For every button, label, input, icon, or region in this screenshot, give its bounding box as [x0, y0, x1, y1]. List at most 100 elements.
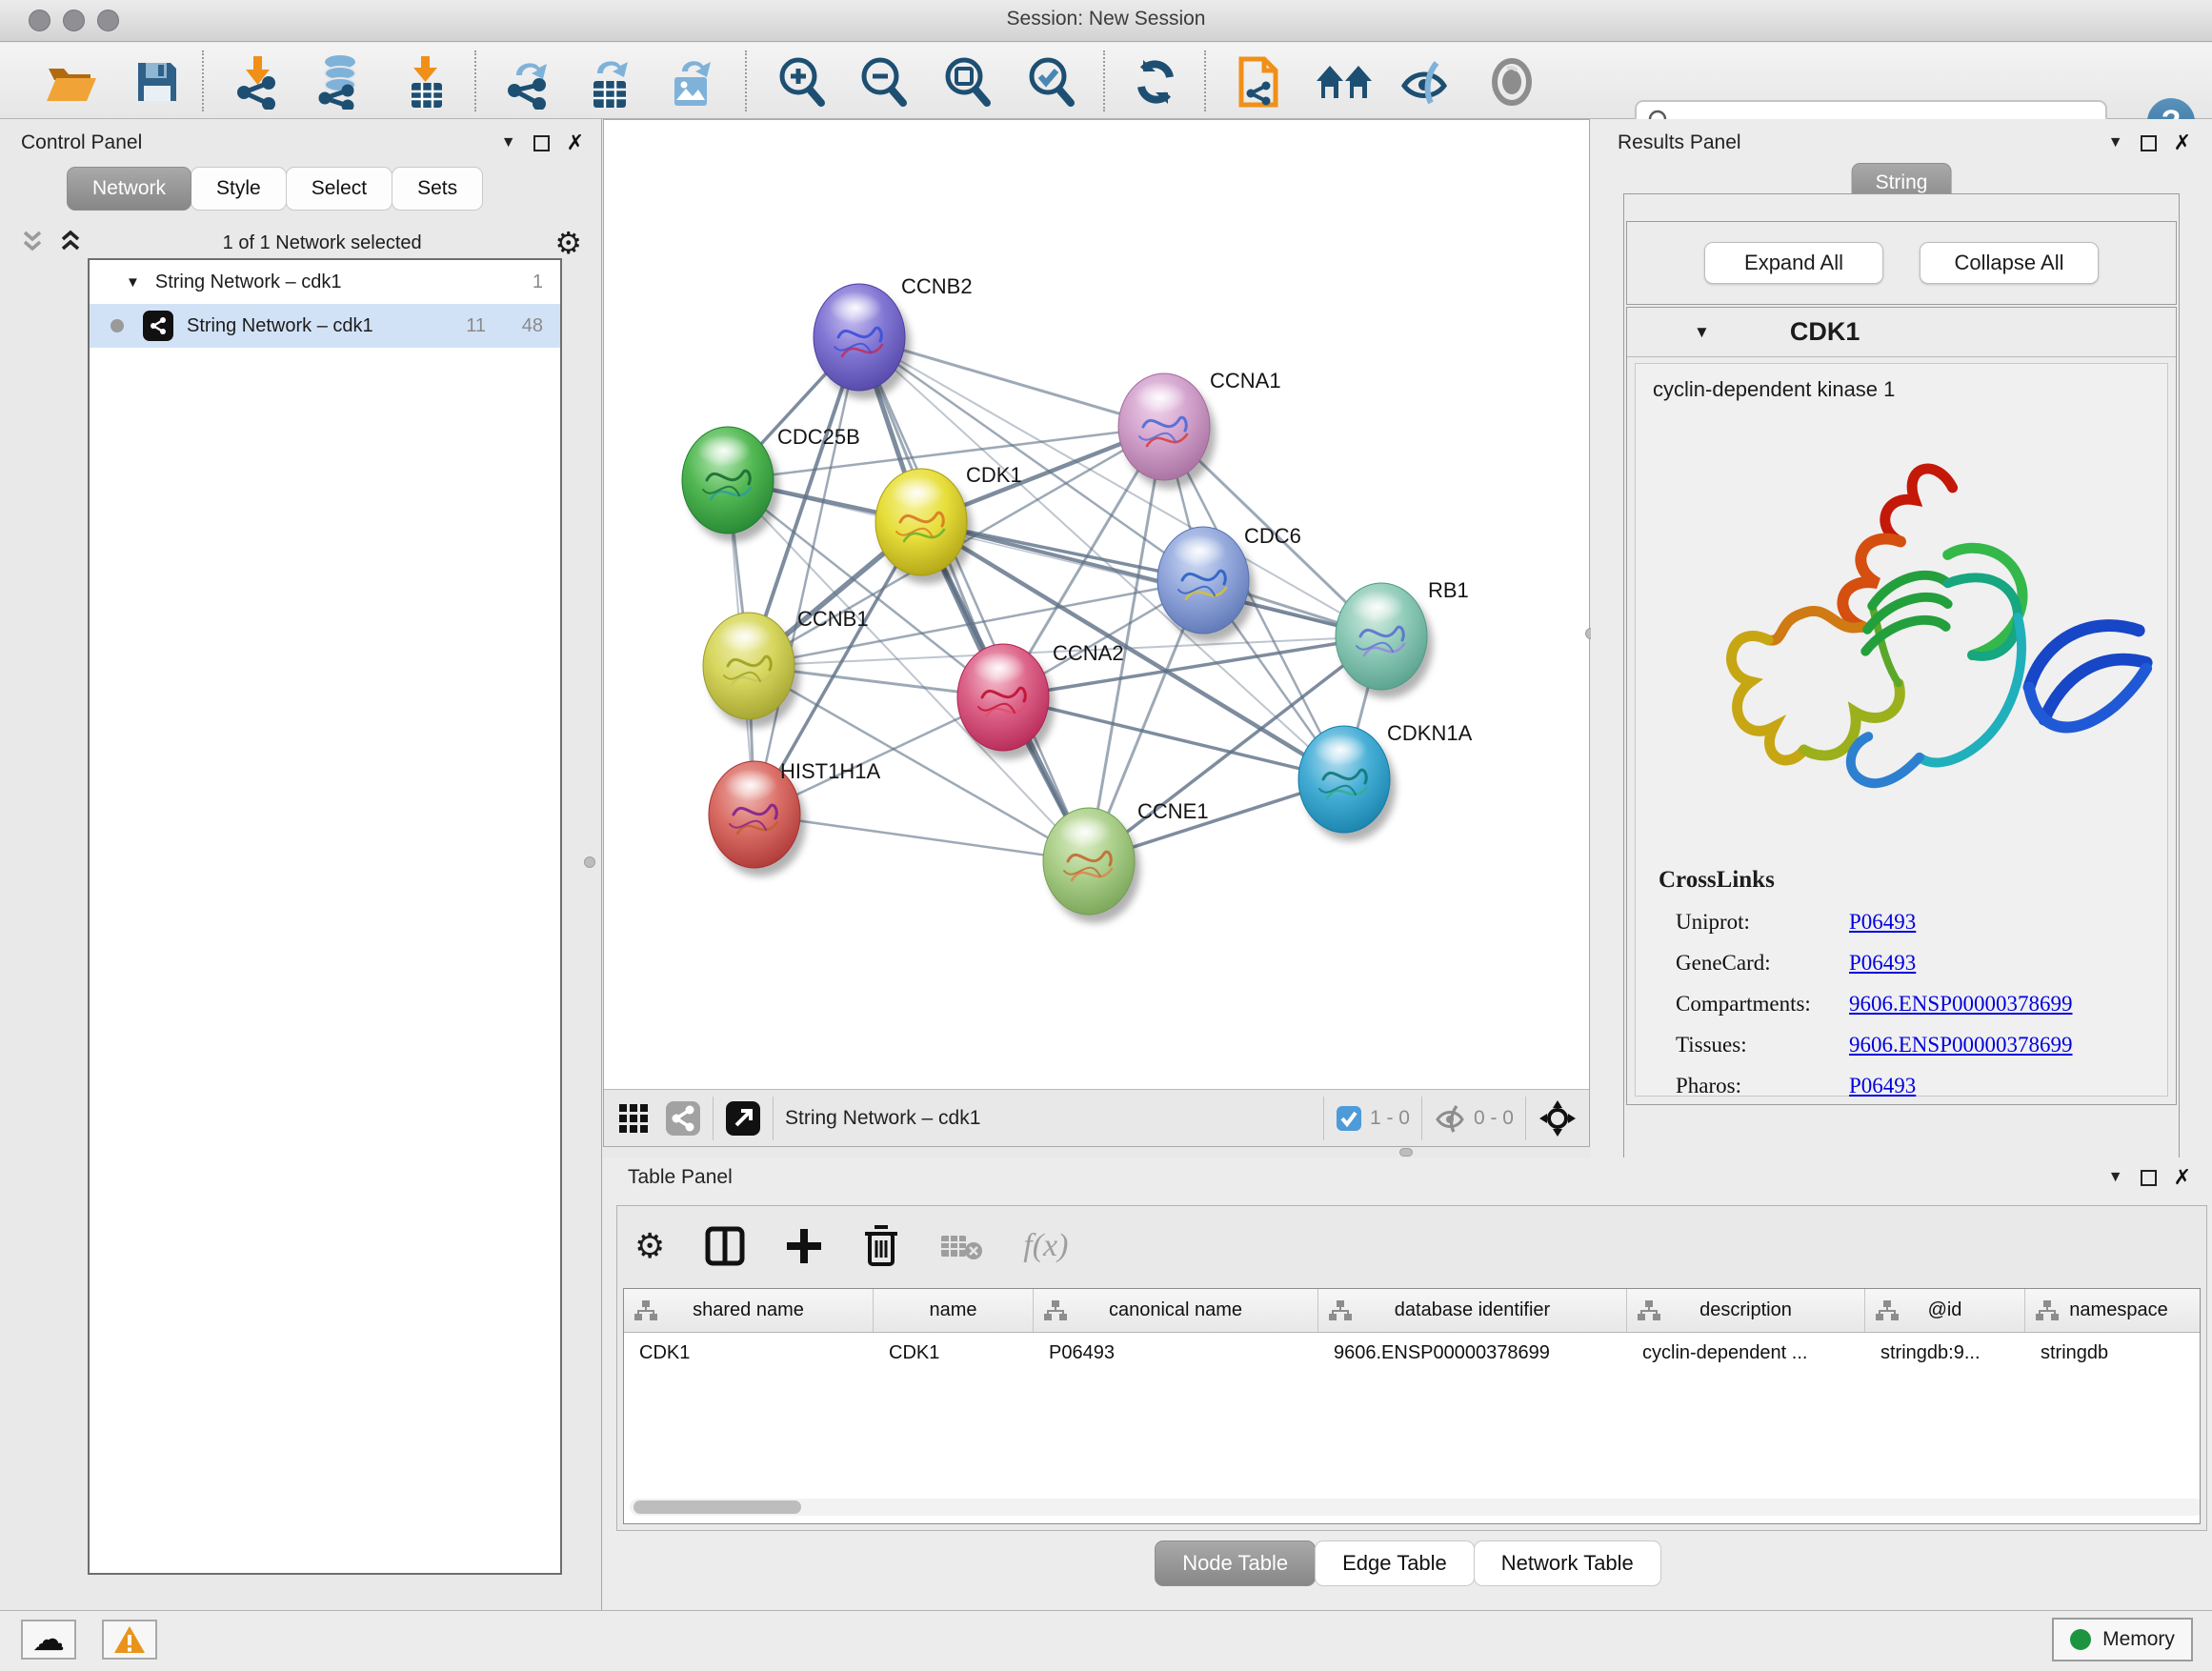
detach-view-icon[interactable]	[725, 1100, 761, 1137]
bottom-splitter-grip[interactable]	[1399, 1148, 1413, 1157]
birdseye-toggle-icon[interactable]	[1538, 1098, 1578, 1138]
table-cell[interactable]: 9606.ENSP00000378699	[1318, 1333, 1627, 1373]
scrollbar-thumb[interactable]	[633, 1500, 801, 1514]
control-panel-title: Control Panel	[21, 131, 142, 154]
results-panel-float-icon[interactable]	[2141, 135, 2157, 151]
import-table-file-button[interactable]	[396, 54, 455, 110]
export-image-button[interactable]	[663, 54, 722, 110]
column-header-database-identifier[interactable]: database identifier	[1318, 1289, 1627, 1332]
open-in-web-button[interactable]	[1231, 54, 1290, 110]
results-panel-menu-caret[interactable]: ▼	[2108, 134, 2123, 151]
control-panel-close-icon[interactable]: ✗	[567, 131, 584, 155]
control-panel-menu-caret[interactable]: ▼	[501, 134, 516, 151]
crosslink-label: Tissues:	[1659, 1033, 1849, 1057]
gene-collapse-caret[interactable]: ▼	[1694, 323, 1710, 342]
cloud-status-button[interactable]: ☁	[21, 1620, 76, 1660]
selected-nodes-checkbox-icon[interactable]	[1336, 1105, 1362, 1132]
export-network-button[interactable]	[499, 54, 558, 110]
zoom-in-button[interactable]	[772, 54, 831, 110]
hide-details-button[interactable]	[1397, 54, 1456, 110]
network-node-CCNE1[interactable]: CCNE1	[1043, 799, 1209, 923]
delete-column-icon[interactable]	[863, 1225, 899, 1267]
column-type-icon	[1875, 1299, 1900, 1322]
import-network-file-button[interactable]	[229, 54, 288, 110]
grid-mode-icon[interactable]	[617, 1102, 650, 1135]
column-header-shared-name[interactable]: shared name	[624, 1289, 874, 1332]
open-session-button[interactable]	[42, 54, 101, 110]
table-cell[interactable]: cyclin-dependent ...	[1627, 1333, 1865, 1373]
expand-all-button[interactable]: Expand All	[1704, 242, 1883, 284]
tab-style[interactable]: Style	[191, 167, 287, 211]
tab-network-table[interactable]: Network Table	[1474, 1540, 1661, 1586]
string-home-button[interactable]	[1315, 54, 1374, 110]
cloud-icon: ☁	[32, 1623, 65, 1656]
add-column-icon[interactable]	[785, 1227, 823, 1265]
column-header-canonical-name[interactable]: canonical name	[1034, 1289, 1318, 1332]
network-collection-row[interactable]: ▼ String Network – cdk1 1	[90, 260, 560, 304]
table-cell[interactable]: CDK1	[624, 1333, 874, 1373]
network-node-CDKN1A[interactable]: CDKN1A	[1298, 721, 1473, 841]
column-header-@id[interactable]: @id	[1865, 1289, 2025, 1332]
crosslink-link[interactable]: 9606.ENSP00000378699	[1849, 992, 2073, 1017]
collapse-all-button[interactable]: Collapse All	[1920, 242, 2099, 284]
table-cell[interactable]: CDK1	[874, 1333, 1034, 1373]
hidden-elements-icon[interactable]	[1434, 1104, 1466, 1133]
collection-collapse-caret[interactable]: ▼	[126, 274, 140, 291]
table-panel-float-icon[interactable]	[2141, 1170, 2157, 1186]
network-node-RB1[interactable]: RB1	[1336, 578, 1469, 698]
table-cell[interactable]: stringdb:9...	[1865, 1333, 2025, 1373]
network-edge[interactable]	[859, 337, 1089, 861]
show-details-button[interactable]	[1482, 54, 1541, 110]
protein-structure-image	[1636, 406, 2165, 815]
import-network-database-button[interactable]	[311, 54, 370, 110]
network-view-share-icon[interactable]	[665, 1100, 701, 1137]
network-canvas[interactable]: CCNB2CCNA1CDC25BCDK1CDC6RB1CCNB1CCNA2CDK…	[604, 120, 1589, 1087]
column-header-description[interactable]: description	[1627, 1289, 1865, 1332]
export-table-button[interactable]	[581, 54, 640, 110]
tab-sets[interactable]: Sets	[392, 167, 483, 211]
table-panel-close-icon[interactable]: ✗	[2174, 1165, 2191, 1190]
network-options-gear-icon[interactable]: ⚙	[554, 228, 582, 258]
tab-network[interactable]: Network	[67, 167, 191, 211]
crosslink-link[interactable]: P06493	[1849, 910, 1916, 935]
crosslink-link[interactable]: P06493	[1849, 1074, 1916, 1098]
network-node-CCNA1[interactable]: CCNA1	[1118, 369, 1281, 489]
save-session-button[interactable]	[128, 54, 187, 110]
collapse-all-icon[interactable]	[19, 229, 51, 257]
network-node-HIST1H1A[interactable]: HIST1H1A	[709, 759, 880, 876]
table-options-gear-icon[interactable]: ⚙	[634, 1229, 665, 1263]
network-node-CCNB2[interactable]: CCNB2	[814, 274, 973, 399]
table-row[interactable]: CDK1CDK1P064939606.ENSP00000378699cyclin…	[624, 1333, 2200, 1373]
network-node-CCNB1[interactable]: CCNB1	[703, 607, 869, 728]
warnings-button[interactable]	[102, 1620, 157, 1660]
table-cell[interactable]: stringdb	[2025, 1333, 2201, 1373]
zoom-selected-button[interactable]	[1021, 54, 1080, 110]
network-node-CDK1[interactable]: CDK1	[875, 463, 1022, 584]
crosslink-link[interactable]: P06493	[1849, 951, 1916, 976]
zoom-fit-button[interactable]	[937, 54, 996, 110]
tab-node-table[interactable]: Node Table	[1155, 1540, 1316, 1586]
table-cell[interactable]: P06493	[1034, 1333, 1318, 1373]
network-node-CDC6[interactable]: CDC6	[1157, 524, 1301, 642]
show-columns-icon[interactable]	[705, 1226, 745, 1266]
network-row-selected[interactable]: String Network – cdk1 11 48	[90, 304, 560, 348]
control-panel-float-icon[interactable]	[533, 135, 550, 151]
control-panel: Control Panel ▼ ✗ NetworkStyleSelectSets…	[0, 119, 602, 1610]
results-panel-close-icon[interactable]: ✗	[2174, 131, 2191, 155]
crosslink-link[interactable]: 9606.ENSP00000378699	[1849, 1033, 2073, 1057]
refresh-button[interactable]	[1126, 54, 1185, 110]
memory-status-dot	[2070, 1629, 2091, 1650]
tab-select[interactable]: Select	[286, 167, 392, 211]
expand-all-icon[interactable]	[57, 229, 90, 257]
table-panel-menu-caret[interactable]: ▼	[2108, 1169, 2123, 1186]
column-header-namespace[interactable]: namespace	[2025, 1289, 2201, 1332]
left-splitter-grip[interactable]	[584, 856, 595, 868]
table-horizontal-scrollbar[interactable]	[630, 1499, 2201, 1516]
zoom-out-button[interactable]	[854, 54, 913, 110]
tab-edge-table[interactable]: Edge Table	[1315, 1540, 1475, 1586]
column-header-name[interactable]: name	[874, 1289, 1034, 1332]
memory-button[interactable]: Memory	[2052, 1618, 2193, 1661]
gene-section-header[interactable]: ▼ CDK1	[1627, 308, 2176, 357]
network-node-CCNA2[interactable]: CCNA2	[957, 641, 1124, 759]
network-edge[interactable]	[754, 337, 859, 815]
